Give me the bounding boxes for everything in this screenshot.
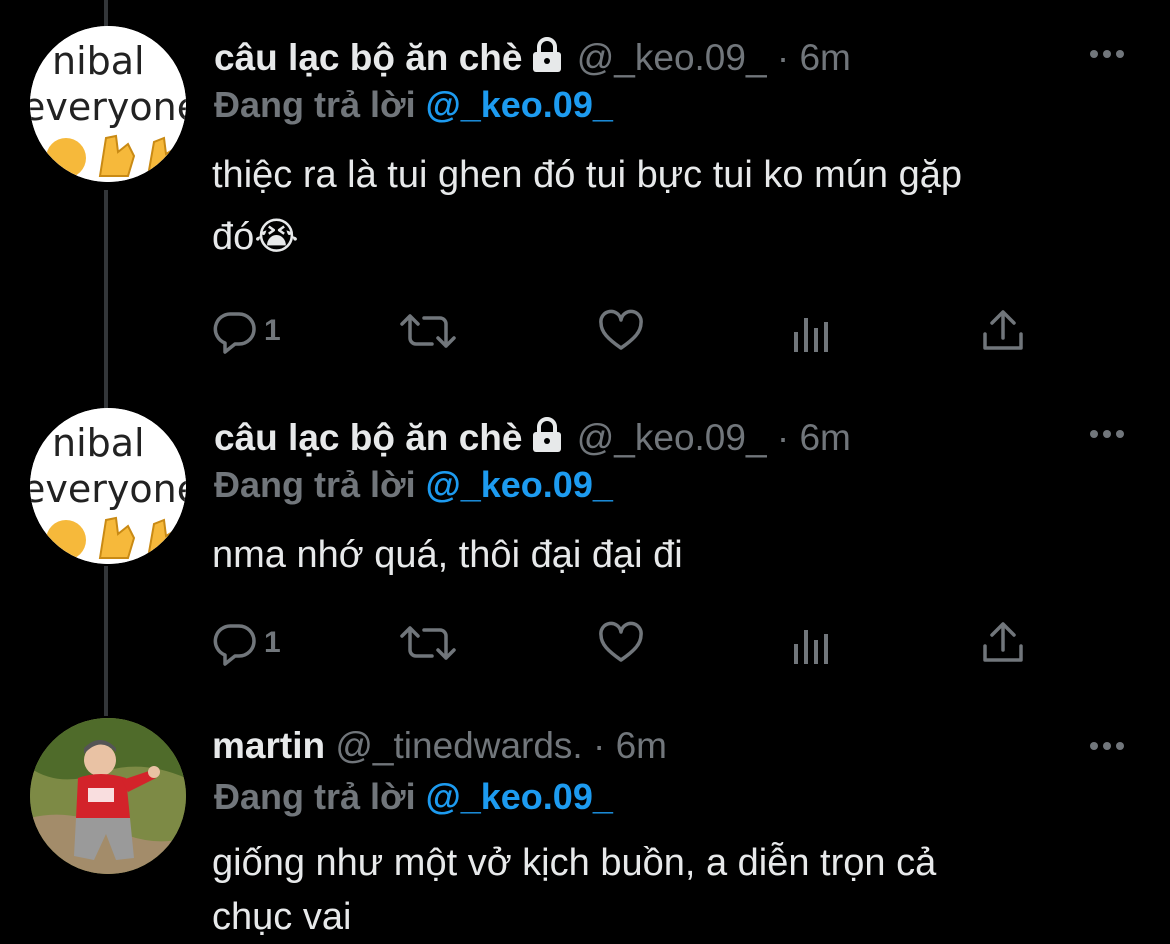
reply-icon xyxy=(213,624,256,666)
analytics-button[interactable] xyxy=(792,306,832,356)
more-icon xyxy=(1090,430,1124,438)
share-icon xyxy=(983,622,1023,662)
mention-link[interactable]: @_keo.09_ xyxy=(426,776,613,817)
tweet-actions: 1 xyxy=(212,618,1042,668)
avatar[interactable] xyxy=(30,718,186,874)
more-options-button[interactable] xyxy=(1088,424,1126,444)
analytics-icon xyxy=(794,318,828,352)
tweet-actions: 1 xyxy=(212,306,1042,356)
reply-button[interactable]: 1 xyxy=(212,618,281,668)
more-icon xyxy=(1090,50,1124,58)
analytics-icon xyxy=(794,630,828,664)
avatar-text: everyone xyxy=(30,467,186,511)
replying-to: Đang trả lời @_keo.09_ xyxy=(214,772,613,822)
more-options-button[interactable] xyxy=(1088,44,1126,64)
timestamp[interactable]: 6m xyxy=(616,725,667,766)
separator-dot: · xyxy=(776,37,790,78)
retweet-icon xyxy=(400,314,456,348)
tweet-header: câu lạc bộ ăn chè @_keo.09_ · 6m xyxy=(214,412,851,464)
user-handle[interactable]: @_keo.09_ xyxy=(577,417,767,458)
like-button[interactable] xyxy=(598,306,644,356)
tweet[interactable]: nibal everyone câu lạc bộ ăn chè @_keo.0… xyxy=(0,400,1170,710)
tweet-header: martin @_tinedwards. · 6m xyxy=(212,720,667,772)
tweet-text: nma nhớ quá, thôi đại đại đi xyxy=(212,524,1142,586)
avatar-text: everyone xyxy=(30,85,186,129)
timestamp[interactable]: 6m xyxy=(799,37,850,78)
user-handle[interactable]: @_tinedwards. xyxy=(335,725,582,766)
analytics-button[interactable] xyxy=(792,618,832,668)
display-name[interactable]: martin xyxy=(212,725,325,766)
reply-count: 1 xyxy=(264,314,281,347)
more-icon xyxy=(1090,742,1124,750)
like-icon xyxy=(599,309,643,350)
replying-to: Đang trả lời @_keo.09_ xyxy=(214,80,613,130)
tweet-text-line: chục vai xyxy=(212,896,352,938)
share-button[interactable] xyxy=(980,306,1026,356)
retweet-button[interactable] xyxy=(400,306,456,356)
reply-button[interactable]: 1 xyxy=(212,306,281,356)
retweet-button[interactable] xyxy=(400,618,456,668)
mention-link[interactable]: @_keo.09_ xyxy=(426,464,613,505)
display-name[interactable]: câu lạc bộ ăn chè xyxy=(214,417,522,458)
avatar-text: nibal xyxy=(52,39,145,83)
tweet-text-line: nma nhớ quá, thôi đại đại đi xyxy=(212,534,683,576)
tweet[interactable]: martin @_tinedwards. · 6m Đang trả lời @… xyxy=(0,710,1170,941)
replying-to: Đang trả lời @_keo.09_ xyxy=(214,460,613,510)
share-icon xyxy=(983,310,1023,350)
mention-link[interactable]: @_keo.09_ xyxy=(426,84,613,125)
like-button[interactable] xyxy=(598,618,644,668)
avatar[interactable]: nibal everyone xyxy=(30,408,186,564)
tweet-text-line: đó😭 xyxy=(212,216,299,258)
like-icon xyxy=(599,621,643,662)
display-name[interactable]: câu lạc bộ ăn chè xyxy=(214,37,522,78)
replying-label: Đang trả lời xyxy=(214,84,416,125)
more-options-button[interactable] xyxy=(1088,736,1126,756)
replying-label: Đang trả lời xyxy=(214,776,416,817)
separator-dot: · xyxy=(776,417,790,458)
timestamp[interactable]: 6m xyxy=(799,417,850,458)
tweet-text-line: thiệc ra là tui ghen đó tui bực tui ko m… xyxy=(212,154,962,196)
tweet-text: giống như một vở kịch buồn, a diễn trọn … xyxy=(212,836,1142,944)
avatar-text: nibal xyxy=(52,421,145,465)
tweet-text-line: giống như một vở kịch buồn, a diễn trọn … xyxy=(212,842,937,884)
reply-icon xyxy=(213,312,256,354)
replying-label: Đang trả lời xyxy=(214,464,416,505)
user-handle[interactable]: @_keo.09_ xyxy=(577,37,767,78)
tweet[interactable]: nibal everyone câu lạc bộ ăn chè @_keo.0… xyxy=(0,0,1170,400)
retweet-icon xyxy=(400,626,456,660)
tweet-header: câu lạc bộ ăn chè @_keo.09_ · 6m xyxy=(214,32,851,84)
share-button[interactable] xyxy=(980,618,1026,668)
tweet-text: thiệc ra là tui ghen đó tui bực tui ko m… xyxy=(212,144,1142,268)
separator-dot: · xyxy=(593,725,606,766)
avatar[interactable]: nibal everyone xyxy=(30,26,186,182)
reply-count: 1 xyxy=(264,626,281,659)
